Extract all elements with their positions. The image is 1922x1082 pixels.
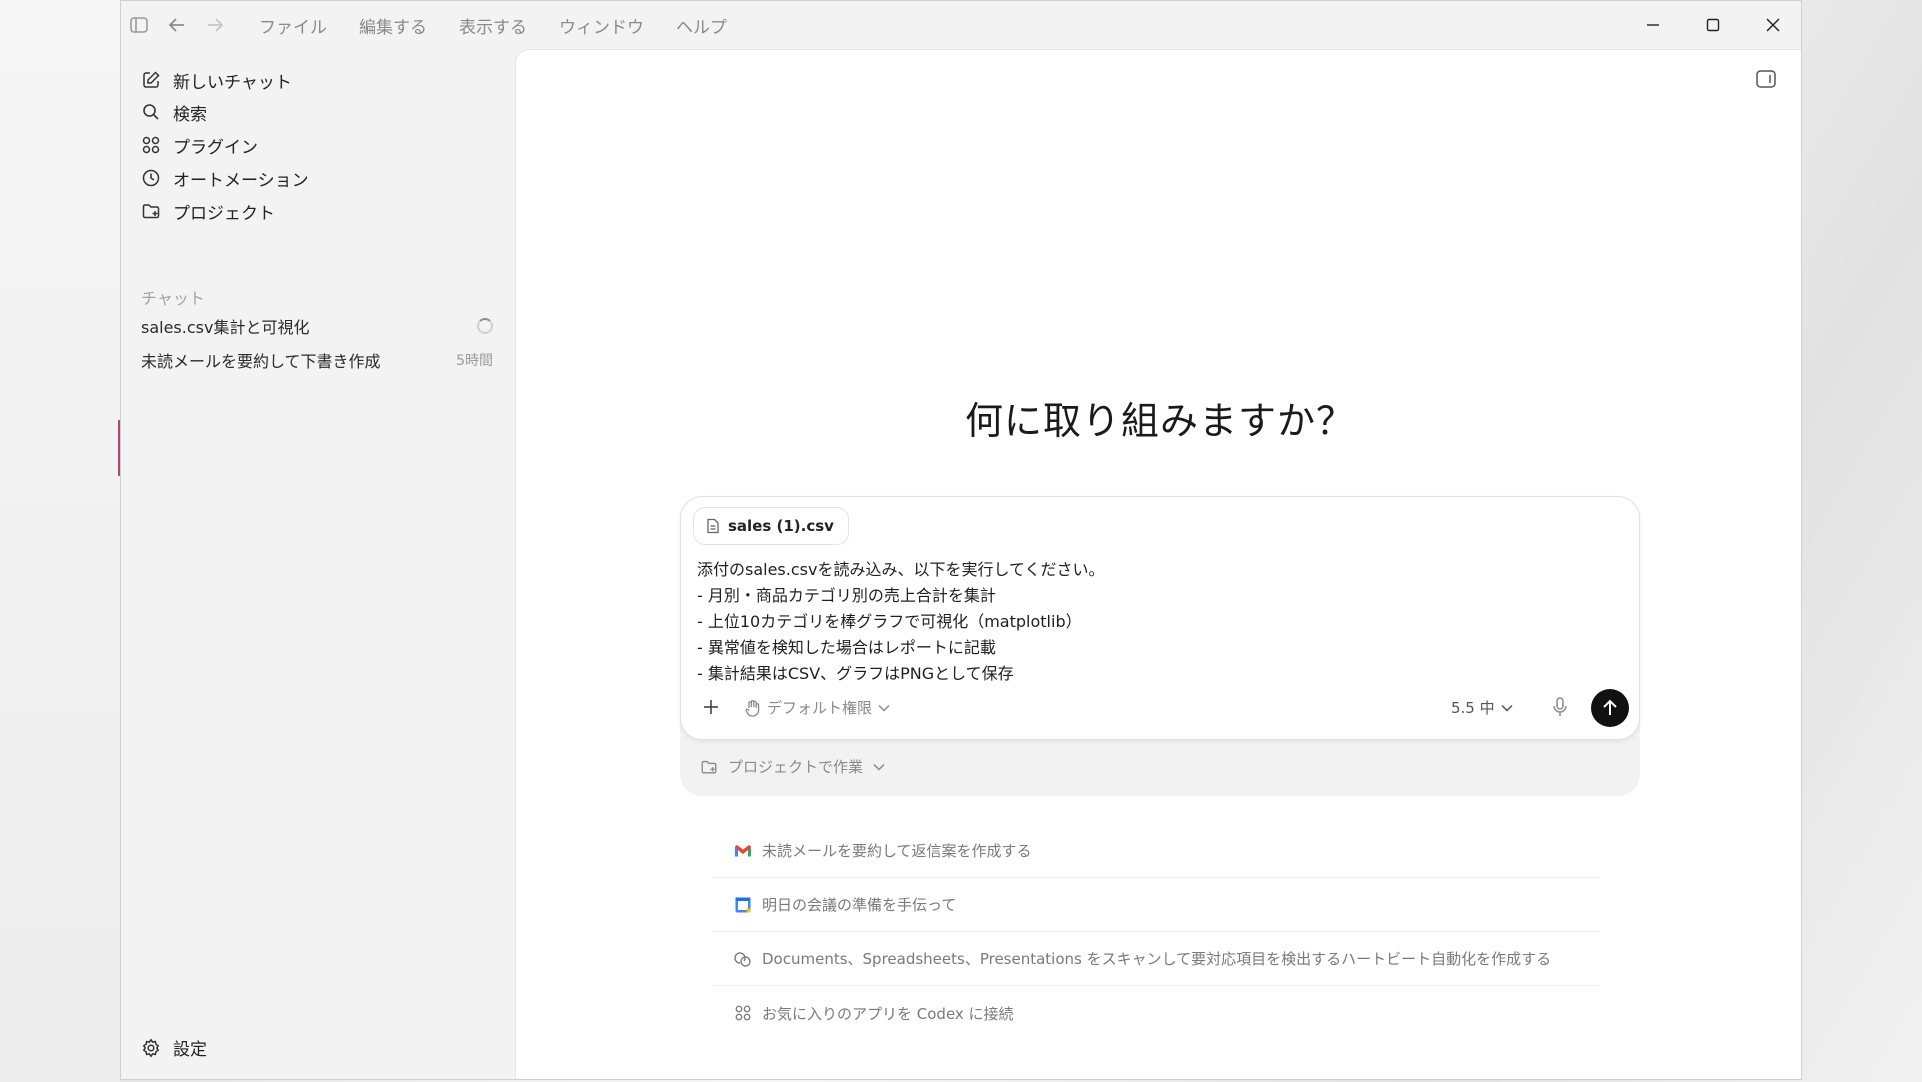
prompt-input[interactable]: 添付のsales.csvを読み込み、以下を実行してください。 - 月別・商品カテ… [697, 557, 1617, 687]
chat-bubbles-icon [734, 951, 751, 967]
project-label: プロジェクトで作業 [728, 758, 864, 776]
title-bar: ファイル 編集する 表示する ウィンドウ ヘルプ [121, 1, 1801, 49]
suggestion-item[interactable]: お気に入りのアプリを Codex に接続 [712, 986, 1600, 1040]
menu-bar: ファイル 編集する 表示する ウィンドウ ヘルプ [259, 13, 727, 38]
model-label: 5.5 中 [1451, 699, 1495, 717]
grid-icon [142, 136, 160, 154]
add-attachment-button[interactable] [699, 695, 723, 719]
sidebar-item-label: 新しいチャット [173, 72, 292, 93]
sidebar-item-projects[interactable]: プロジェクト [141, 196, 275, 226]
page-title: 何に取り組みますか？ [964, 399, 1355, 443]
suggestion-item[interactable]: 未読メールを要約して返信案を作成する [712, 824, 1600, 878]
sidebar-item-automation[interactable]: オートメーション [141, 163, 309, 193]
gmail-icon [735, 844, 751, 857]
suggestion-item[interactable]: 明日の会議の準備を手伝って [712, 878, 1600, 932]
close-button[interactable] [1743, 1, 1801, 49]
microphone-button[interactable] [1549, 695, 1571, 719]
suggestion-label: 明日の会議の準備を手伝って [762, 896, 957, 914]
send-button[interactable] [1591, 689, 1629, 727]
prompt-line: - 異常値を検知した場合はレポートに記載 [697, 638, 996, 657]
composer-toolbar: デフォルト権限 5.5 中 [681, 683, 1641, 731]
prompt-line: - 上位10カテゴリを棒グラフで可視化（matplotlib） [697, 612, 1082, 631]
suggestion-item[interactable]: Documents、Spreadsheets、Presentations をスキ… [712, 932, 1600, 986]
menu-help[interactable]: ヘルプ [676, 13, 727, 38]
project-selector[interactable]: プロジェクトで作業 [700, 756, 885, 777]
grid-icon [735, 1005, 751, 1021]
composer: sales (1).csv 添付のsales.csvを読み込み、以下を実行してく… [680, 496, 1640, 740]
sidebar-item-label: プロジェクト [173, 203, 275, 224]
chat-title: 未読メールを要約して下書き作成 [141, 352, 381, 371]
right-panel-toggle-icon[interactable] [1755, 68, 1777, 90]
microphone-icon [1553, 697, 1567, 716]
suggestion-label: Documents、Spreadsheets、Presentations をスキ… [762, 950, 1552, 968]
settings-button[interactable]: 設定 [141, 1035, 207, 1060]
menu-window[interactable]: ウィンドウ [559, 13, 644, 38]
menu-view[interactable]: 表示する [459, 13, 527, 38]
maximize-button[interactable] [1683, 1, 1743, 49]
desktop-background [0, 0, 120, 1082]
clock-icon [142, 169, 160, 187]
sidebar-item-plugins[interactable]: プラグイン [141, 130, 258, 160]
loading-spinner-icon [477, 318, 493, 334]
chat-title: sales.csv集計と可視化 [141, 318, 310, 337]
permission-label: デフォルト権限 [767, 699, 873, 717]
sidebar-item-label: プラグイン [173, 137, 258, 158]
chats-section-label: チャット [141, 289, 205, 308]
chevron-down-icon [873, 763, 885, 771]
permission-dropdown[interactable]: デフォルト権限 [745, 697, 890, 718]
settings-label: 設定 [173, 1040, 207, 1060]
chevron-down-icon [878, 704, 890, 712]
attachment-chip[interactable]: sales (1).csv [693, 507, 849, 545]
menu-file[interactable]: ファイル [259, 13, 327, 38]
sidebar-item-label: 検索 [173, 104, 207, 125]
chevron-down-icon [1501, 704, 1513, 712]
chat-timestamp: 5時間 [456, 353, 493, 369]
file-icon [707, 518, 719, 534]
attachment-filename: sales (1).csv [728, 517, 834, 535]
suggestion-label: 未読メールを要約して返信案を作成する [762, 842, 1032, 860]
main-panel: 何に取り組みますか？ sales (1).csv 添付のsales.csvを読み… [515, 49, 1801, 1079]
folder-add-icon [142, 204, 160, 219]
chat-list-item[interactable]: 未読メールを要約して下書き作成 5時間 [141, 345, 493, 375]
folder-add-icon [701, 760, 717, 774]
prompt-line: 添付のsales.csvを読み込み、以下を実行してください。 [697, 560, 1105, 579]
calendar-icon [735, 897, 751, 912]
suggestion-list: 未読メールを要約して返信案を作成する 明日の会議の準備を手伝って Documen… [712, 824, 1600, 1040]
prompt-line: - 月別・商品カテゴリ別の売上合計を集計 [697, 586, 996, 605]
arrow-up-icon [1603, 699, 1617, 715]
sidebar: 新しいチャット 検索 プラグイン オートメーション プロジェクト チャット sa… [121, 49, 515, 1079]
app-window: ファイル 編集する 表示する ウィンドウ ヘルプ 新しいチャット 検索 プラグイ… [120, 0, 1802, 1080]
back-arrow-icon[interactable] [163, 11, 191, 39]
gear-icon [142, 1037, 160, 1058]
plus-icon [704, 700, 718, 714]
minimize-button[interactable] [1623, 1, 1683, 49]
suggestion-label: お気に入りのアプリを Codex に接続 [762, 1004, 1014, 1023]
model-selector[interactable]: 5.5 中 [1451, 697, 1513, 718]
chat-list-item[interactable]: sales.csv集計と可視化 [141, 311, 493, 341]
menu-edit[interactable]: 編集する [359, 13, 427, 38]
forward-arrow-icon[interactable] [201, 11, 229, 39]
sidebar-toggle-icon[interactable] [125, 11, 153, 39]
hand-icon [745, 699, 760, 717]
search-icon [143, 104, 159, 120]
edit-icon [143, 71, 160, 88]
sidebar-item-label: オートメーション [173, 170, 309, 191]
sidebar-item-new-chat[interactable]: 新しいチャット [141, 65, 292, 95]
sidebar-item-search[interactable]: 検索 [141, 97, 207, 127]
